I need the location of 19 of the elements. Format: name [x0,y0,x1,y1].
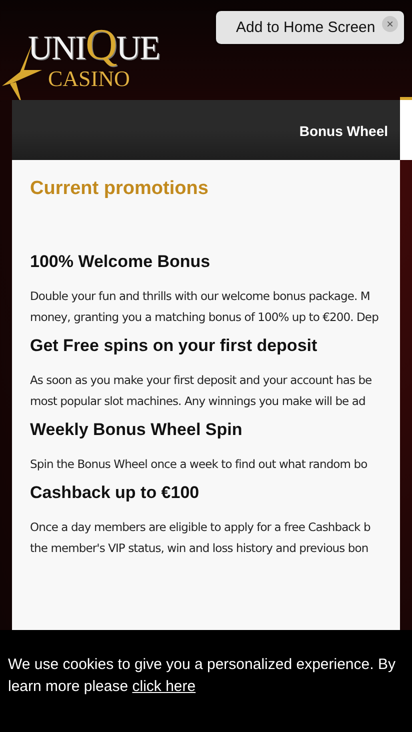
logo-subtitle: CASINO [48,67,130,91]
promotion-description: As soon as you make your first deposit and your account has be most popular slot machines. Any winnings you make will be ad [30,372,373,410]
promotion-heading: Weekly Bonus Wheel Spin [30,420,244,440]
section-title: Current promotions [30,178,210,200]
close-button[interactable]: × [382,16,398,32]
bonus-wheel-tab[interactable]: Bonus Wheel [299,121,388,139]
cookie-text: learn more please [8,678,130,695]
promotion-description: Once a day members are eligible to apply for a free Cashback b the member's VIP status, win and loss history and previous bon [30,519,372,557]
promotion-description: Spin the Bonus Wheel once a week to find out what random bo [30,456,368,473]
logo-wordmark: UNIQUE [28,27,160,67]
promotion-description: Double your fun and thrills with our welcome bonus package. M money, granting you a matching bonus of 100% up to €200. Dep [30,288,380,326]
promotion-heading: Get Free spins on your first deposit [30,336,318,356]
promotion-heading: 100% Welcome Bonus [30,252,212,272]
cookie-text: We use cookies to give you a personalized experience. By [8,655,396,675]
add-to-home-screen-prompt[interactable]: Add to Home Screen × [216,11,404,44]
prompt-text: Add to Home Screen [236,19,376,36]
side-panel [400,97,412,160]
promotion-heading: Cashback up to €100 [30,483,200,503]
click-here-link[interactable]: click here [132,678,196,695]
